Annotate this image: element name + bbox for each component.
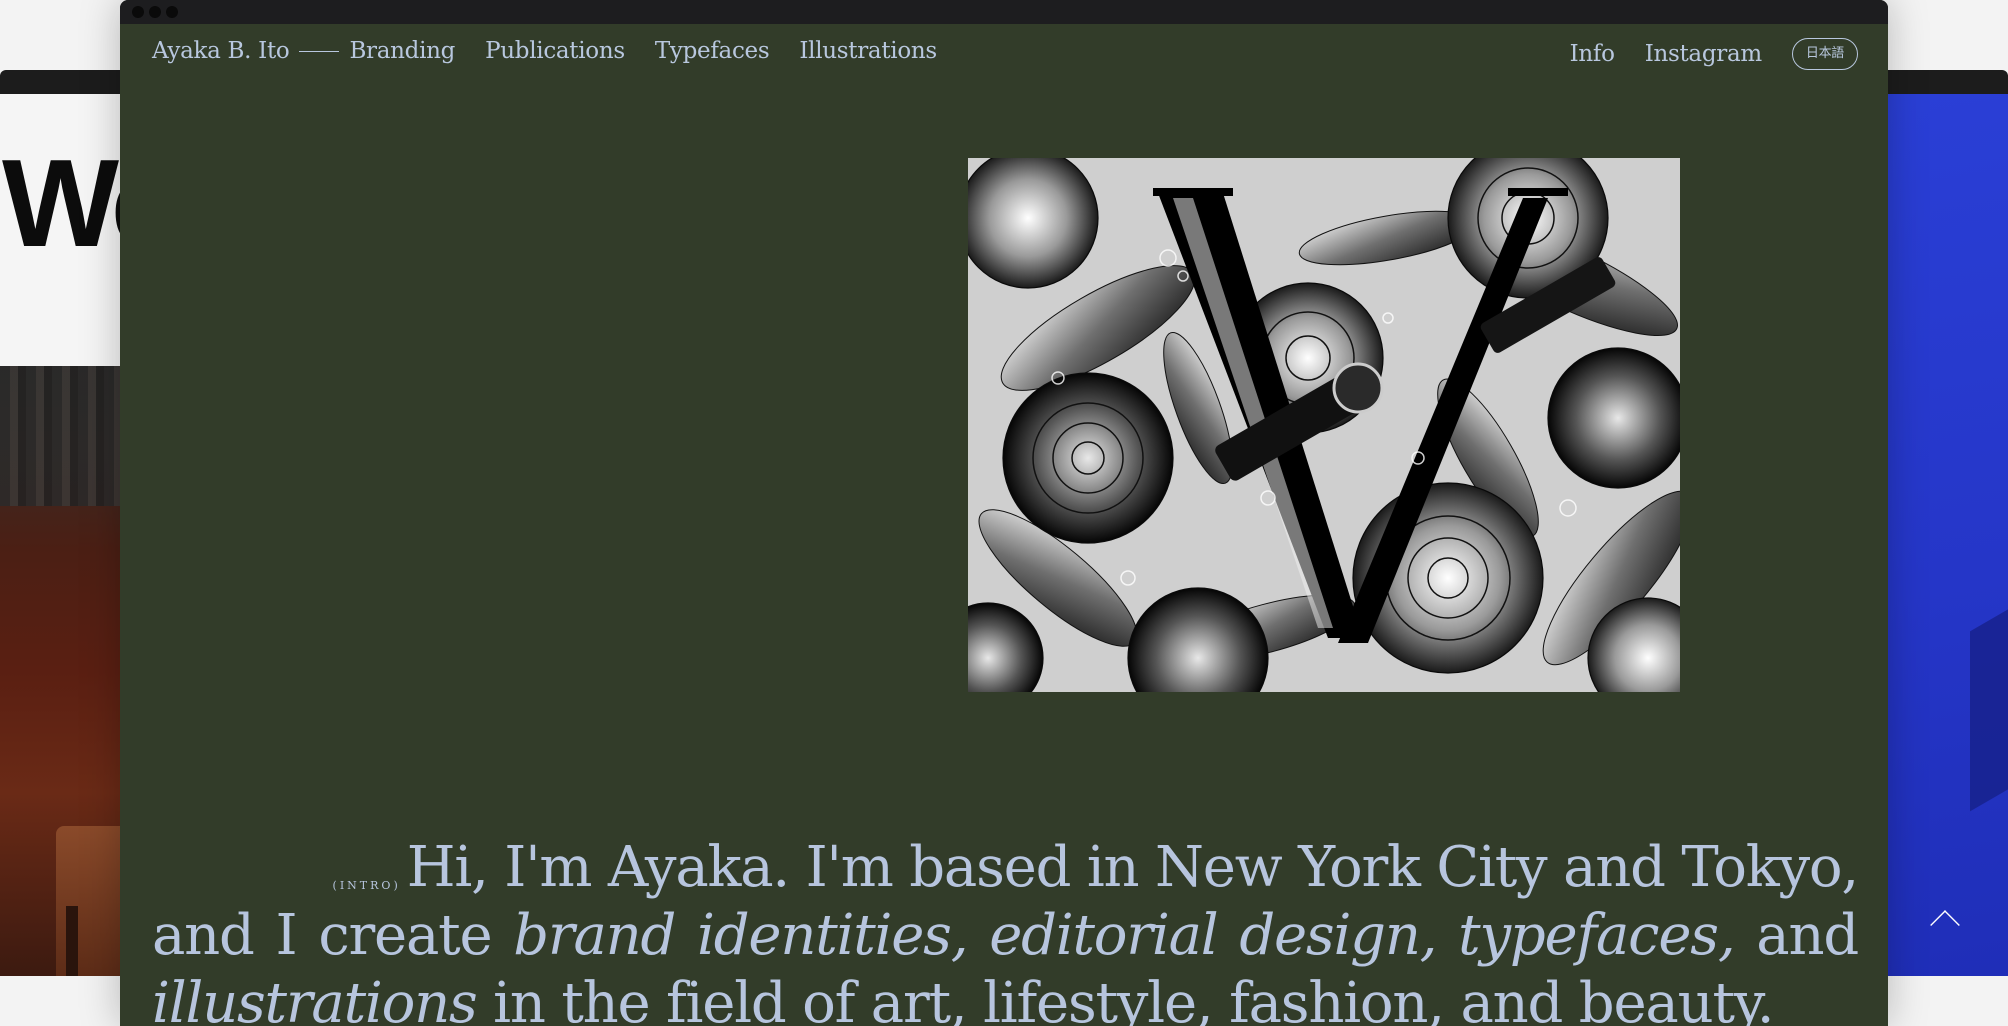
window-close-button[interactable] xyxy=(132,6,144,18)
nav-link-publications[interactable]: Publications xyxy=(485,38,625,64)
window-minimize-button[interactable] xyxy=(149,6,161,18)
background-window-blue-image xyxy=(1880,94,2008,976)
window-titlebar xyxy=(120,0,1888,24)
drape-decoration xyxy=(0,366,130,506)
floral-v-illustration xyxy=(968,158,1680,692)
intro-line-1: Hi, I'm Ayaka. I'm based in New York Cit… xyxy=(406,835,1859,900)
nav-dash-divider xyxy=(299,50,340,52)
nav-link-info[interactable]: Info xyxy=(1570,41,1615,67)
featured-artwork[interactable] xyxy=(968,158,1680,692)
nav-link-typefaces[interactable]: Typefaces xyxy=(655,38,770,64)
intro-editorial-design: editorial design, xyxy=(989,903,1437,968)
background-window-photo xyxy=(0,366,130,976)
nav-left: Ayaka B. Ito Branding Publications Typef… xyxy=(152,38,937,64)
intro-first-line: (INTRO) Hi, I'm Ayaka. I'm based in New Y… xyxy=(152,834,1860,902)
intro-tag: (INTRO) xyxy=(332,879,401,892)
background-window-titlebar xyxy=(1880,70,2008,94)
background-window-heading: We xyxy=(2,135,130,273)
language-toggle-button[interactable]: 日本語 xyxy=(1791,38,1858,70)
intro-illustrations-link[interactable]: illustrations xyxy=(152,971,478,1026)
window-maximize-button[interactable] xyxy=(166,6,178,18)
intro-and: and xyxy=(1756,903,1859,968)
nav-right: Info Instagram 日本語 xyxy=(1570,38,1858,70)
nav-link-branding[interactable]: Branding xyxy=(349,38,455,64)
background-window-right xyxy=(1880,70,2008,976)
intro-and-i-create: and I create xyxy=(152,903,493,968)
intro-typefaces: typefaces, xyxy=(1458,903,1735,968)
main-window: Ayaka B. Ito Branding Publications Typef… xyxy=(120,0,1888,1026)
paper-fold-decoration xyxy=(1970,596,2008,812)
site-navigation: Ayaka B. Ito Branding Publications Typef… xyxy=(152,38,1858,74)
intro-tail: in the field of art, lifestyle, fashion,… xyxy=(493,971,1774,1026)
intro-paragraph: (INTRO) Hi, I'm Ayaka. I'm based in New Y… xyxy=(152,834,1860,1026)
site-home-link[interactable]: Ayaka B. Ito xyxy=(152,38,290,64)
nav-link-illustrations[interactable]: Illustrations xyxy=(799,38,937,64)
nav-link-instagram[interactable]: Instagram xyxy=(1645,41,1763,67)
background-window-titlebar xyxy=(0,70,130,94)
chair-leg-decoration xyxy=(66,906,78,976)
background-window-left: We xyxy=(0,70,130,976)
intro-brand-identities: brand identities, xyxy=(513,903,968,968)
